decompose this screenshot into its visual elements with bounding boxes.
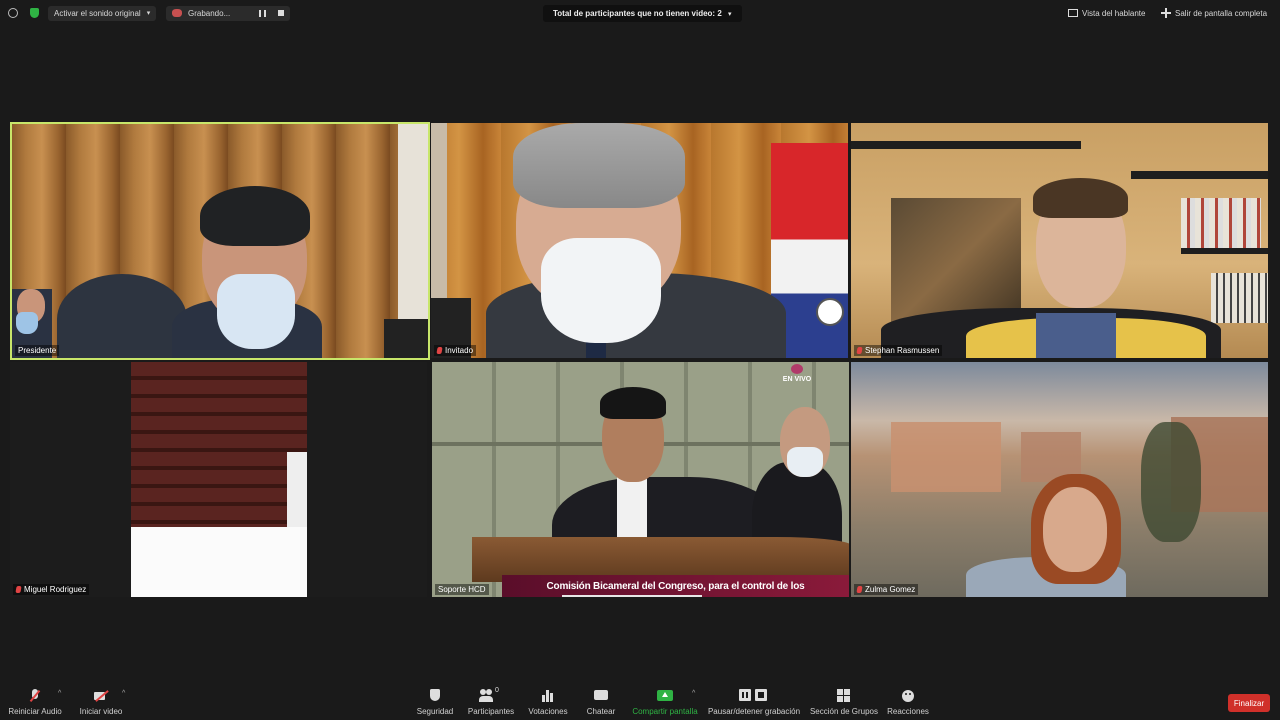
stop-icon[interactable] [278, 10, 284, 16]
chair [57, 274, 187, 358]
reactions-button[interactable]: Reacciones [886, 682, 930, 720]
meeting-topbar: Activar el sonido original ▾ Grabando...… [0, 0, 1280, 26]
channel-logo: EN VIVO [780, 364, 814, 394]
bookshelf-books [1181, 198, 1261, 248]
video-tile-soporte-hcd[interactable]: EN VIVO Comisión Bicameral del Congreso,… [432, 362, 849, 597]
polls-icon [541, 689, 555, 703]
chevron-up-icon[interactable]: ^ [58, 690, 61, 697]
security-button-label: Seguridad [416, 707, 454, 716]
audio-button-label: Reiniciar Audio [8, 707, 62, 716]
pause-icon[interactable] [259, 9, 266, 17]
participant-name-tag: Soporte HCD [435, 584, 489, 595]
participant-name: Presidente [18, 346, 57, 355]
participants-button-label: Participantes [467, 707, 515, 716]
shelf [851, 141, 1081, 149]
share-screen-label: Compartir pantalla [632, 707, 698, 716]
recording-label: Grabando... [188, 8, 231, 18]
chat-button[interactable]: Chatear [583, 682, 619, 720]
speaker-view-label: Vista del hablante [1082, 8, 1146, 18]
person-hair [513, 123, 685, 208]
participant-name: Stephan Rasmussen [865, 346, 940, 355]
participant-name-tag: Invitado [434, 345, 477, 356]
participants-no-video-dropdown[interactable]: Total de participantes que no tienen vid… [543, 0, 742, 26]
participants-button[interactable]: 0 Participantes [466, 682, 516, 720]
mic-muted-icon [436, 347, 443, 354]
trees [1141, 422, 1201, 542]
video-button-label: Iniciar video [79, 707, 123, 716]
participants-no-video-label: Total de participantes que no tienen vid… [553, 8, 722, 18]
video-tile-presidente[interactable]: Presidente [10, 122, 430, 360]
mic-muted-icon [28, 689, 42, 703]
face-mask [541, 238, 661, 343]
chevron-down-icon[interactable]: ▾ [147, 9, 151, 17]
original-sound-toggle[interactable]: Activar el sonido original ▾ [48, 0, 157, 26]
recording-indicator: Grabando... [166, 0, 290, 26]
participant-name-tag: Stephan Rasmussen [854, 345, 943, 356]
mic-muted-icon [856, 347, 863, 354]
breakout-rooms-button[interactable]: Sección de Grupos [809, 682, 879, 720]
pause-recording-label: Pausar/detener grabación [707, 707, 801, 716]
polls-button-label: Votaciones [528, 707, 568, 716]
share-screen-icon [657, 689, 673, 703]
meeting-controls-toolbar: Reiniciar Audio ^ Iniciar video ^ Seguri… [0, 682, 1280, 720]
person-hair [200, 186, 310, 246]
shelf [1131, 171, 1268, 179]
end-meeting-button[interactable]: Finalizar [1228, 694, 1270, 712]
chat-button-label: Chatear [586, 707, 616, 716]
exit-fullscreen-icon [1161, 8, 1171, 18]
security-button[interactable]: Seguridad [413, 682, 457, 720]
face-mask [217, 274, 295, 349]
chevron-up-icon[interactable]: ^ [122, 690, 125, 697]
live-label: EN VIVO [782, 376, 812, 383]
shield-icon[interactable] [30, 0, 39, 26]
broadcast-caption-text: Comisión Bicameral del Congreso, para el… [546, 580, 805, 592]
audio-button[interactable]: Reiniciar Audio [6, 682, 64, 720]
chevron-down-icon: ▾ [728, 10, 732, 18]
video-off-icon [94, 689, 109, 703]
breakout-icon [837, 689, 851, 703]
video-tile-zulma-gomez[interactable]: Zulma Gomez [851, 362, 1268, 597]
share-screen-button[interactable]: Compartir pantalla [631, 682, 699, 720]
broadcast-caption: Comisión Bicameral del Congreso, para el… [502, 575, 849, 597]
participant-name: Soporte HCD [438, 585, 486, 594]
pause-recording-button[interactable]: Pausar/detener grabación [707, 682, 801, 720]
grid-view-icon [1068, 9, 1078, 17]
video-tile-stephan-rasmussen[interactable]: Stephan Rasmussen [851, 123, 1268, 358]
mic-muted-icon [15, 586, 22, 593]
ruins [891, 422, 1001, 492]
participant-name-tag: Zulma Gomez [854, 584, 919, 595]
exit-fullscreen-label: Salir de pantalla completa [1175, 8, 1268, 18]
portrait-video [131, 362, 307, 597]
chat-icon [594, 689, 608, 703]
original-sound-label: Activar el sonido original [54, 8, 141, 18]
person-hair [1033, 178, 1128, 218]
participant-name: Zulma Gomez [865, 585, 916, 594]
video-button[interactable]: Iniciar video [78, 682, 124, 720]
person-head [1043, 487, 1107, 572]
exit-fullscreen-button[interactable]: Salir de pantalla completa [1161, 0, 1267, 26]
polls-button[interactable]: Votaciones [526, 682, 570, 720]
mic-muted-icon [856, 586, 863, 593]
speaker-view-button[interactable]: Vista del hablante [1068, 0, 1145, 26]
participant-name: Invitado [445, 346, 474, 355]
participant-name: Miguel Rodriguez [24, 585, 87, 594]
security-icon [428, 689, 442, 703]
end-meeting-label: Finalizar [1233, 698, 1265, 708]
face-mask [787, 447, 823, 477]
reactions-button-label: Reacciones [887, 707, 929, 716]
reactions-icon [901, 689, 915, 703]
participant-name-tag: Miguel Rodriguez [13, 584, 90, 595]
participants-icon: 0 [479, 687, 502, 703]
cloud-record-icon [172, 9, 182, 17]
pause-stop-icon [739, 689, 769, 703]
video-tile-miguel-rodriguez[interactable]: Miguel Rodriguez [10, 362, 427, 597]
breakout-rooms-label: Sección de Grupos [809, 707, 879, 716]
chevron-up-icon[interactable]: ^ [692, 690, 695, 697]
participants-count: 0 [495, 687, 499, 694]
wooden-ceiling [131, 362, 307, 542]
video-tile-invitado[interactable]: Invitado [431, 123, 848, 358]
info-icon[interactable] [8, 0, 18, 26]
participant-name-tag: Presidente [15, 345, 60, 356]
